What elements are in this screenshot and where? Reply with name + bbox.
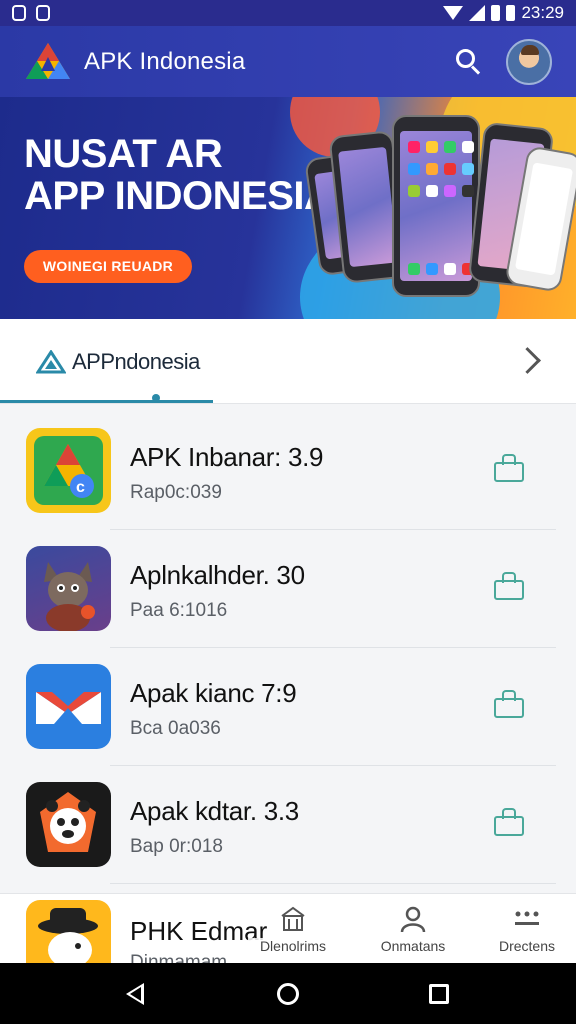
tab-apk-indonesia[interactable]: APPndonesia bbox=[0, 319, 213, 404]
app-name: Apak kdtar. 3.3 bbox=[130, 796, 299, 826]
list-item[interactable]: Aplnkalhder. 30 Paa 6:1016 bbox=[0, 530, 556, 648]
nav-label: Dlenolrims bbox=[248, 938, 338, 954]
app-list: c APK Inbanar: 3.9 Rap0c:039 Aplnkalhder… bbox=[0, 412, 576, 884]
detective-mascot-icon bbox=[26, 900, 111, 970]
nav-item-menu[interactable]: Drectens bbox=[482, 904, 572, 954]
list-item[interactable]: c APK Inbanar: 3.9 Rap0c:039 bbox=[0, 412, 556, 530]
banner-headline: NUSAT AR APP INDONESIA bbox=[24, 132, 333, 218]
shopping-bag-icon[interactable] bbox=[494, 454, 524, 482]
shopping-bag-icon[interactable] bbox=[494, 572, 524, 600]
shopping-bag-icon[interactable] bbox=[494, 690, 524, 718]
cartoon-cat-icon bbox=[26, 546, 111, 631]
divider bbox=[110, 883, 556, 884]
bottom-nav: PHK Edmar Dinmamam Dlenolrims Onmatans bbox=[0, 893, 576, 973]
menu-icon bbox=[512, 904, 542, 934]
home-icon[interactable] bbox=[277, 983, 299, 1005]
search-icon[interactable] bbox=[456, 48, 482, 75]
phone-illustration bbox=[392, 115, 480, 297]
app-meta: Paa 6:1016 bbox=[130, 600, 228, 621]
avatar[interactable] bbox=[506, 38, 552, 85]
app-meta: Bca 0a036 bbox=[130, 718, 221, 739]
promo-banner[interactable]: NUSAT AR APP INDONESIA WOINEGI REUADR bbox=[0, 97, 576, 319]
nav-item-account[interactable]: Onmatans bbox=[368, 904, 458, 954]
app-meta: Bap 0r:018 bbox=[130, 836, 223, 857]
mail-icon bbox=[26, 664, 111, 749]
nav-label: Onmatans bbox=[368, 938, 458, 954]
store-icon bbox=[278, 904, 308, 934]
signal-icon bbox=[469, 5, 486, 21]
app-logo-icon bbox=[24, 41, 72, 83]
system-nav-bar bbox=[0, 963, 576, 1024]
app-name: APK Inbanar: 3.9 bbox=[130, 442, 324, 472]
status-bar: 23:29 bbox=[0, 0, 576, 26]
svg-text:c: c bbox=[76, 479, 85, 496]
wifi-icon bbox=[443, 6, 464, 20]
battery-icon bbox=[506, 5, 516, 21]
list-item[interactable]: Apak kianc 7:9 Bca 0a036 bbox=[0, 648, 556, 766]
nav-label: Drectens bbox=[482, 938, 572, 954]
banner-headline-line1: NUSAT AR bbox=[24, 132, 223, 176]
panda-mascot-icon bbox=[26, 782, 111, 867]
app-name: Apak kianc 7:9 bbox=[130, 678, 297, 708]
banner-button[interactable]: WOINEGI REUADR bbox=[24, 250, 192, 283]
banner-headline-line2: APP INDONESIA bbox=[24, 174, 333, 218]
app-bar: APK Indonesia bbox=[0, 26, 576, 97]
drive-style-icon: c bbox=[26, 428, 111, 513]
tab-row: APPndonesia bbox=[0, 319, 576, 404]
tab-label: APPndonesia bbox=[72, 348, 200, 374]
notification-icon bbox=[12, 5, 26, 21]
recents-icon[interactable] bbox=[429, 984, 449, 1004]
account-icon bbox=[398, 904, 428, 934]
app-meta: Rap0c:039 bbox=[130, 482, 222, 503]
notification-icon bbox=[36, 5, 50, 21]
app-logo-icon bbox=[35, 348, 67, 374]
status-time: 23:29 bbox=[521, 3, 564, 22]
app-title: APK Indonesia bbox=[84, 47, 246, 75]
shopping-bag-icon[interactable] bbox=[494, 808, 524, 836]
nav-item-explore[interactable]: Dlenolrims bbox=[248, 904, 338, 954]
chevron-right-icon[interactable] bbox=[516, 347, 540, 371]
back-icon[interactable] bbox=[126, 983, 144, 1005]
battery-icon bbox=[491, 5, 501, 21]
app-name: Aplnkalhder. 30 bbox=[130, 560, 305, 590]
list-item[interactable]: Apak kdtar. 3.3 Bap 0r:018 bbox=[0, 766, 556, 884]
app-name: PHK Edmar bbox=[130, 916, 268, 946]
tab-indicator bbox=[0, 394, 213, 403]
